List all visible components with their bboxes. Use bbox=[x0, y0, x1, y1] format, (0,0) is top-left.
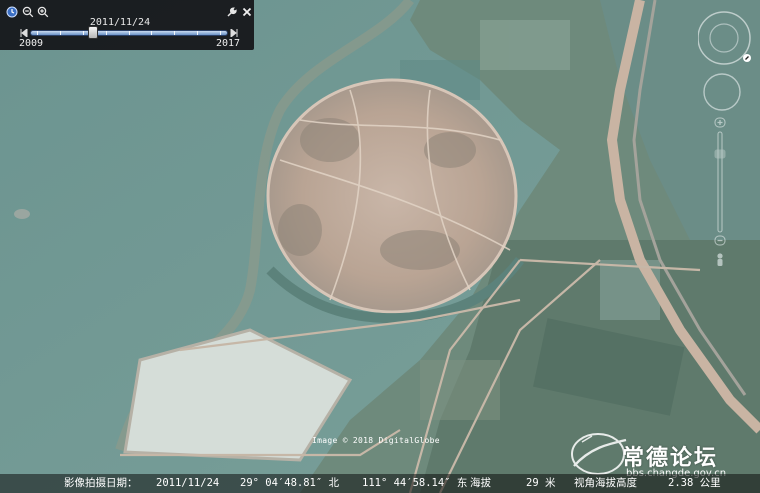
current-date-label: 2011/11/24 bbox=[89, 17, 151, 28]
look-joystick[interactable] bbox=[698, 11, 751, 65]
elevation-label: 海拔 bbox=[470, 477, 491, 489]
start-year-label: 2009 bbox=[19, 38, 44, 49]
elevation-value: 29 米 bbox=[526, 477, 556, 489]
street-view-pegman-icon[interactable] bbox=[717, 253, 723, 266]
latitude-readout: 29° 04′48.81″ 北 bbox=[240, 477, 340, 489]
imagery-credit: Image © 2018 DigitalGlobe bbox=[312, 436, 440, 445]
navigation-controls[interactable] bbox=[698, 6, 754, 266]
slider-thumb[interactable] bbox=[88, 26, 99, 39]
end-year-label: 2017 bbox=[216, 38, 241, 49]
compass-north-icon[interactable] bbox=[743, 54, 751, 62]
capture-date-label: 影像拍摄日期： bbox=[64, 477, 138, 489]
zoom-slider[interactable] bbox=[714, 117, 726, 246]
capture-date-value: 2011/11/24 bbox=[156, 477, 220, 489]
close-icon[interactable] bbox=[241, 6, 253, 18]
time-slider[interactable] bbox=[20, 26, 238, 39]
step-forward-icon[interactable] bbox=[230, 27, 238, 39]
status-bar: 影像拍摄日期： 2011/11/24 29° 04′48.81″ 北 111° … bbox=[0, 474, 760, 493]
eye-altitude-label: 视角海拔高度 bbox=[574, 477, 637, 489]
step-back-icon[interactable] bbox=[20, 27, 28, 39]
time-slider-panel: 2011/11/24 2009 2017 bbox=[0, 0, 254, 50]
longitude-readout: 111° 44′58.14″ 东 bbox=[362, 477, 468, 489]
eye-altitude-value: 2.38 公里 bbox=[668, 477, 721, 489]
move-joystick[interactable] bbox=[703, 73, 741, 111]
slider-track[interactable] bbox=[30, 30, 228, 36]
